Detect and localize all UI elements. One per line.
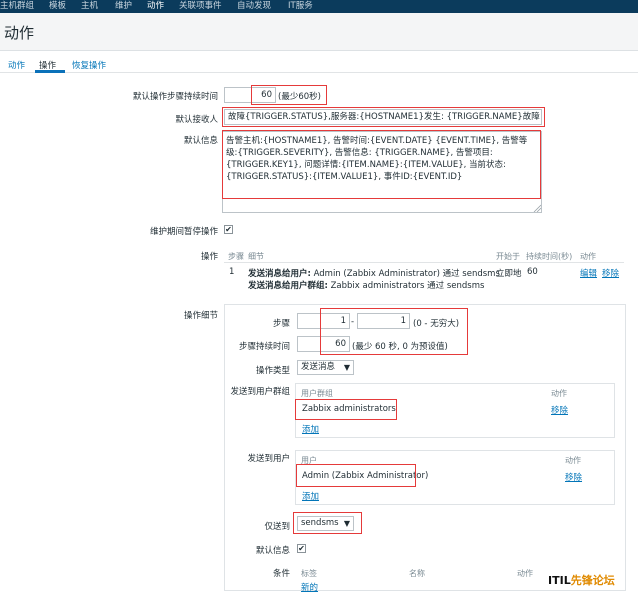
step-duration-label: 步骤持续时间 <box>238 342 290 352</box>
tab-recovery-operations[interactable]: 恢复操作 <box>72 59 106 71</box>
default-subject-label: 默认接收人 <box>175 115 218 125</box>
groups-header-action: 动作 <box>551 389 567 398</box>
page-title: 动作 <box>4 24 35 42</box>
group-remove-link[interactable]: 移除 <box>551 404 568 416</box>
nav-item-templates[interactable]: 模板 <box>49 1 66 12</box>
operations-label: 操作 <box>200 252 218 262</box>
steps-separator: - <box>351 317 355 327</box>
conditions-header-action: 动作 <box>517 569 533 578</box>
operation-start-in: 立即地 <box>496 269 522 279</box>
conditions-label: 条件 <box>272 569 290 579</box>
step-duration-input[interactable]: 60 <box>297 336 350 352</box>
conditions-header-name: 名称 <box>409 569 425 578</box>
active-tab-indicator <box>35 70 65 73</box>
watermark-latin: ITIL <box>548 574 571 587</box>
ops-header-steps: 步骤 <box>228 252 244 261</box>
chevron-down-icon: ▼ <box>343 363 350 372</box>
steps-from-input[interactable]: 1 <box>297 313 350 329</box>
groups-header-name: 用户群组 <box>301 389 333 398</box>
tab-bar: 动作 操作 恢复操作 <box>0 52 638 73</box>
nav-item-it-services[interactable]: IT服务 <box>288 1 313 12</box>
ops-header-action: 动作 <box>580 252 596 261</box>
send-to-groups-label: 发送到用户群组 <box>230 387 290 397</box>
user-name: Admin (Zabbix Administrator) <box>302 471 429 481</box>
ops-header-start-in: 开始于 <box>496 252 520 261</box>
default-message-textarea[interactable]: 告警主机:{HOSTNAME1}, 告警时间:{EVENT.DATE} {EVE… <box>222 131 542 213</box>
groups-add-link[interactable]: 添加 <box>302 423 319 435</box>
conditions-header-label: 标签 <box>301 569 317 578</box>
steps-label: 步骤 <box>272 319 290 329</box>
default-step-duration-label: 默认操作步骤持续时间 <box>132 92 218 102</box>
nav-item-host-groups[interactable]: 主机群组 <box>0 1 34 12</box>
pause-maintenance-checkbox[interactable]: ✔ <box>224 225 233 234</box>
default-subject-input[interactable]: 故障{TRIGGER.STATUS},服务器:{HOSTNAME1}发生: {T… <box>224 109 542 125</box>
operation-detail-users: 发送消息给用户: Admin (Zabbix Administrator) 通过… <box>248 269 500 279</box>
send-only-to-label: 仅送到 <box>264 522 290 532</box>
send-to-users-label: 发送到用户 <box>247 454 290 464</box>
users-header-action: 动作 <box>565 456 581 465</box>
ops-header-duration: 持续时间(秒) <box>526 252 573 261</box>
nav-item-hosts[interactable]: 主机 <box>81 1 98 12</box>
default-step-duration-input[interactable]: 60 <box>224 87 276 103</box>
users-header-name: 用户 <box>301 456 317 465</box>
operation-type-select[interactable]: 发送消息 ▼ <box>297 360 354 375</box>
steps-to-input[interactable]: 1 <box>357 313 410 329</box>
default-message-label: 默认信息 <box>183 136 218 146</box>
default-step-duration-hint: (最少60秒) <box>278 92 321 102</box>
operation-details-label: 操作细节 <box>183 311 218 321</box>
pause-maintenance-label: 维护期间暂停操作 <box>149 227 218 237</box>
default-message-checkbox[interactable]: ✔ <box>297 544 306 553</box>
top-navigation: 主机群组 模板 主机 维护 动作 关联项事件 自动发现 IT服务 <box>0 0 638 13</box>
ops-header-details: 细节 <box>248 252 264 261</box>
steps-hint: (0 - 无穷大) <box>413 319 460 329</box>
operation-detail-groups: 发送消息给用户群组: Zabbix administrators 通过 send… <box>248 281 485 291</box>
step-duration-hint: (最少 60 秒, 0 为预设值) <box>352 342 448 352</box>
watermark: ITIL先锋论坛 <box>548 572 615 588</box>
operation-duration: 60 <box>527 267 538 277</box>
send-only-to-select[interactable]: sendsms ▼ <box>297 516 354 531</box>
title-bar: 动作 <box>0 13 638 51</box>
operation-type-label: 操作类型 <box>255 366 290 376</box>
nav-item-maintenance[interactable]: 维护 <box>115 1 132 12</box>
resize-handle-icon[interactable] <box>533 204 541 212</box>
ops-header-divider <box>224 262 624 263</box>
group-name: Zabbix administrators <box>302 404 396 414</box>
nav-item-actions[interactable]: 动作 <box>147 1 164 12</box>
operation-edit-link[interactable]: 编辑 <box>580 267 597 279</box>
conditions-new-link[interactable]: 新的 <box>301 581 318 593</box>
nav-item-discovery[interactable]: 自动发现 <box>237 1 271 12</box>
user-remove-link[interactable]: 移除 <box>565 471 582 483</box>
users-add-link[interactable]: 添加 <box>302 490 319 502</box>
operation-remove-link[interactable]: 移除 <box>602 267 619 279</box>
nav-item-correlation[interactable]: 关联项事件 <box>179 1 222 12</box>
watermark-cn: 先锋论坛 <box>570 574 615 587</box>
tab-action[interactable]: 动作 <box>8 59 25 71</box>
chevron-down-icon: ▼ <box>343 519 350 528</box>
operation-step: 1 <box>229 267 235 277</box>
default-message-check-label: 默认信息 <box>255 546 290 556</box>
